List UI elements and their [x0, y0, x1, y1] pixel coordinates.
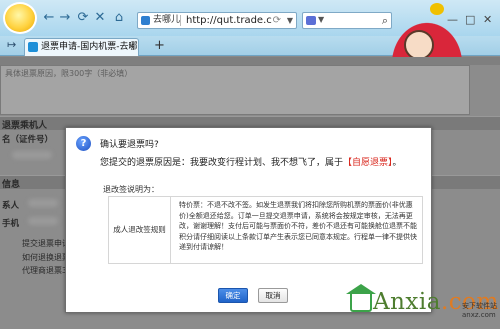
address-dropdown-icon[interactable]: ▼ [287, 13, 293, 28]
home-icon[interactable]: ⌂ [112, 11, 126, 25]
refund-confirm-dialog: ? 确认要退票吗? 您提交的退票原因是：我要改变行程计划、我不想飞了，属于【自愿… [65, 127, 432, 313]
blurred-name [12, 151, 52, 159]
side-item-2: 如何退换退票 [22, 253, 70, 262]
blurred-phone [28, 217, 58, 225]
new-tab-icon[interactable]: + [154, 38, 165, 53]
url-text: http://qut.trade.c [186, 15, 272, 26]
rule-label: 成人退改签规则 [109, 197, 171, 263]
watermark-subtext: 安下软件站 anxz.com [462, 302, 497, 320]
watermark-sub1: 安下软件站 [462, 302, 497, 310]
section-passenger-title: 退票乘机人 [2, 121, 48, 131]
watermark-sub2: anxz.com [462, 311, 496, 319]
cancel-button[interactable]: 取消 [258, 288, 288, 303]
rules-heading: 退改签说明为： [103, 185, 159, 194]
browser-logo[interactable] [3, 2, 37, 34]
watermark-brand-name: Anxia [373, 289, 441, 315]
dialog-title: 确认要退票吗? [100, 140, 159, 150]
page-top-strip [0, 57, 500, 65]
question-icon: ? [76, 136, 91, 151]
address-bar[interactable]: 去哪儿 http://qut.trade.c ⟳ ▼ [137, 12, 297, 29]
search-box[interactable]: ▼ ⌕ [302, 12, 392, 29]
stop-icon[interactable]: ✕ [93, 11, 107, 25]
confirm-button[interactable]: 确定 [218, 288, 248, 303]
contact-label: 系人 [2, 201, 20, 211]
reason-suffix: 。 [392, 158, 402, 168]
skin-girl-art [404, 30, 434, 60]
reason-prefix: 您提交的退票原因是：我要改变行程计划、我不想飞了，属于 [100, 158, 344, 168]
search-engine-icon[interactable] [306, 16, 316, 25]
tab-title: 退票申请-国内机票-去哪儿 [41, 42, 139, 52]
tab-favicon-icon [28, 42, 38, 52]
blurred-contact [28, 199, 58, 207]
address-separator [180, 15, 181, 26]
dialog-reason: 您提交的退票原因是：我要改变行程计划、我不想飞了，属于【自愿退票】。 [100, 155, 402, 168]
side-item-1: 提交退票申请 [22, 239, 70, 248]
sidebar-toggle-icon[interactable]: ↦ [7, 38, 16, 51]
forward-arrow-icon[interactable]: → [58, 11, 72, 25]
phone-label: 手机 [2, 219, 20, 229]
reason-highlight: 【自愿退票】 [343, 158, 393, 168]
side-item-3: 代理商退票3 [22, 266, 68, 275]
skin-bear-art [430, 3, 444, 15]
site-shield-icon [141, 16, 150, 25]
rules-table: 成人退改签规则 特价票：不退不改不签。如发生退票我们将扣除您所购机票的票面价(非… [108, 196, 423, 264]
reason-placeholder: 具体退票原因，限300字（非必填） [5, 69, 133, 78]
rule-text: 特价票：不退不改不签。如发生退票我们将扣除您所购机票的票面价(非优惠价)全额退还… [179, 201, 417, 251]
close-window-icon[interactable]: ✕ [483, 13, 492, 26]
reason-textarea[interactable]: 具体退票原因，限300字（非必填） [0, 65, 470, 115]
watermark-house-icon [350, 292, 372, 312]
reload-icon[interactable]: ⟳ [273, 13, 281, 28]
refresh-icon[interactable]: ⟳ [76, 11, 90, 25]
section-info-title: 信息 [2, 180, 21, 190]
tab-close-icon[interactable]: × [127, 39, 135, 55]
id-label: 名（证件号） [2, 135, 54, 145]
back-arrow-icon[interactable]: ← [42, 11, 56, 25]
search-engine-dropdown-icon[interactable]: ▼ [318, 15, 324, 24]
tab-refund[interactable]: 退票申请-国内机票-去哪儿 × [24, 38, 139, 56]
site-name: 去哪儿 [153, 15, 181, 25]
